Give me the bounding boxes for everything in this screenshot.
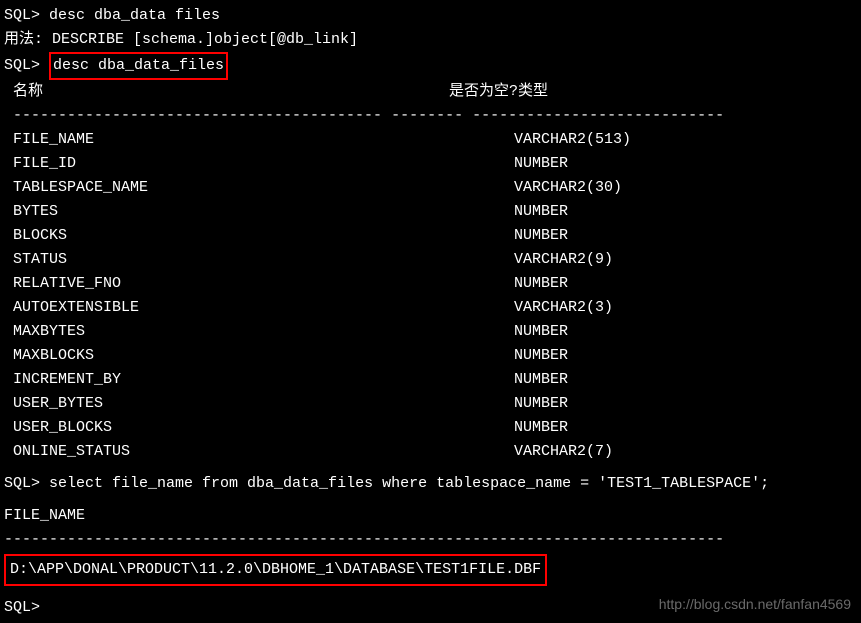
column-row: ONLINE_STATUSVARCHAR2(7) [4, 440, 857, 464]
column-name: INCREMENT_BY [4, 368, 514, 392]
column-row: USER_BYTESNUMBER [4, 392, 857, 416]
result-header: FILE_NAME [4, 504, 857, 528]
column-type: VARCHAR2(7) [514, 440, 613, 464]
column-row: USER_BLOCKSNUMBER [4, 416, 857, 440]
column-name: TABLESPACE_NAME [4, 176, 514, 200]
sql-prompt: SQL> [4, 7, 49, 24]
column-type: VARCHAR2(30) [514, 176, 622, 200]
columns-list: FILE_NAMEVARCHAR2(513) FILE_IDNUMBER TAB… [4, 128, 857, 464]
column-type: NUMBER [514, 152, 568, 176]
column-name: USER_BYTES [4, 392, 514, 416]
column-name: FILE_NAME [4, 128, 514, 152]
column-row: FILE_NAMEVARCHAR2(513) [4, 128, 857, 152]
column-row: INCREMENT_BYNUMBER [4, 368, 857, 392]
column-type: VARCHAR2(3) [514, 296, 613, 320]
sql-command-3: select file_name from dba_data_files whe… [49, 475, 769, 492]
column-row: FILE_IDNUMBER [4, 152, 857, 176]
sql-command-2-highlighted: desc dba_data_files [49, 52, 228, 80]
column-row: MAXBYTESNUMBER [4, 320, 857, 344]
sql-prompt-line-2[interactable]: SQL> desc dba_data_files [4, 52, 857, 80]
column-type: NUMBER [514, 416, 568, 440]
column-type: VARCHAR2(513) [514, 128, 631, 152]
desc-header-row: 名称 是否为空? 类型 [4, 80, 857, 104]
column-name: RELATIVE_FNO [4, 272, 514, 296]
column-row: MAXBLOCKSNUMBER [4, 344, 857, 368]
column-type: NUMBER [514, 272, 568, 296]
column-name: MAXBLOCKS [4, 344, 514, 368]
sql-prompt: SQL> [4, 475, 49, 492]
column-row: BYTESNUMBER [4, 200, 857, 224]
header-type-label: 类型 [518, 80, 548, 104]
column-type: NUMBER [514, 368, 568, 392]
column-name: BLOCKS [4, 224, 514, 248]
sql-prompt-line-3[interactable]: SQL> select file_name from dba_data_file… [4, 472, 857, 496]
result-row: D:\APP\DONAL\PRODUCT\11.2.0\DBHOME_1\DAT… [4, 552, 857, 588]
separator-line: ----------------------------------------… [4, 104, 857, 128]
sql-prompt: SQL> [4, 57, 49, 74]
column-type: NUMBER [514, 200, 568, 224]
watermark-text: http://blog.csdn.net/fanfan4569 [659, 593, 851, 615]
column-type: NUMBER [514, 344, 568, 368]
column-type: VARCHAR2(9) [514, 248, 613, 272]
column-name: ONLINE_STATUS [4, 440, 514, 464]
header-name-label: 名称 [4, 80, 449, 104]
column-type: NUMBER [514, 320, 568, 344]
usage-line: 用法: DESCRIBE [schema.]object[@db_link] [4, 28, 857, 52]
column-row: RELATIVE_FNONUMBER [4, 272, 857, 296]
column-type: NUMBER [514, 224, 568, 248]
sql-command-1: desc dba_data files [49, 7, 220, 24]
column-row: BLOCKSNUMBER [4, 224, 857, 248]
column-name: FILE_ID [4, 152, 514, 176]
sql-prompt-line-1[interactable]: SQL> desc dba_data files [4, 4, 857, 28]
column-row: AUTOEXTENSIBLEVARCHAR2(3) [4, 296, 857, 320]
result-value-highlighted: D:\APP\DONAL\PRODUCT\11.2.0\DBHOME_1\DAT… [4, 554, 547, 586]
column-type: NUMBER [514, 392, 568, 416]
column-row: STATUSVARCHAR2(9) [4, 248, 857, 272]
column-name: BYTES [4, 200, 514, 224]
column-name: STATUS [4, 248, 514, 272]
result-separator: ----------------------------------------… [4, 528, 857, 552]
header-null-label: 是否为空? [449, 80, 518, 104]
column-name: AUTOEXTENSIBLE [4, 296, 514, 320]
column-name: USER_BLOCKS [4, 416, 514, 440]
column-name: MAXBYTES [4, 320, 514, 344]
column-row: TABLESPACE_NAMEVARCHAR2(30) [4, 176, 857, 200]
